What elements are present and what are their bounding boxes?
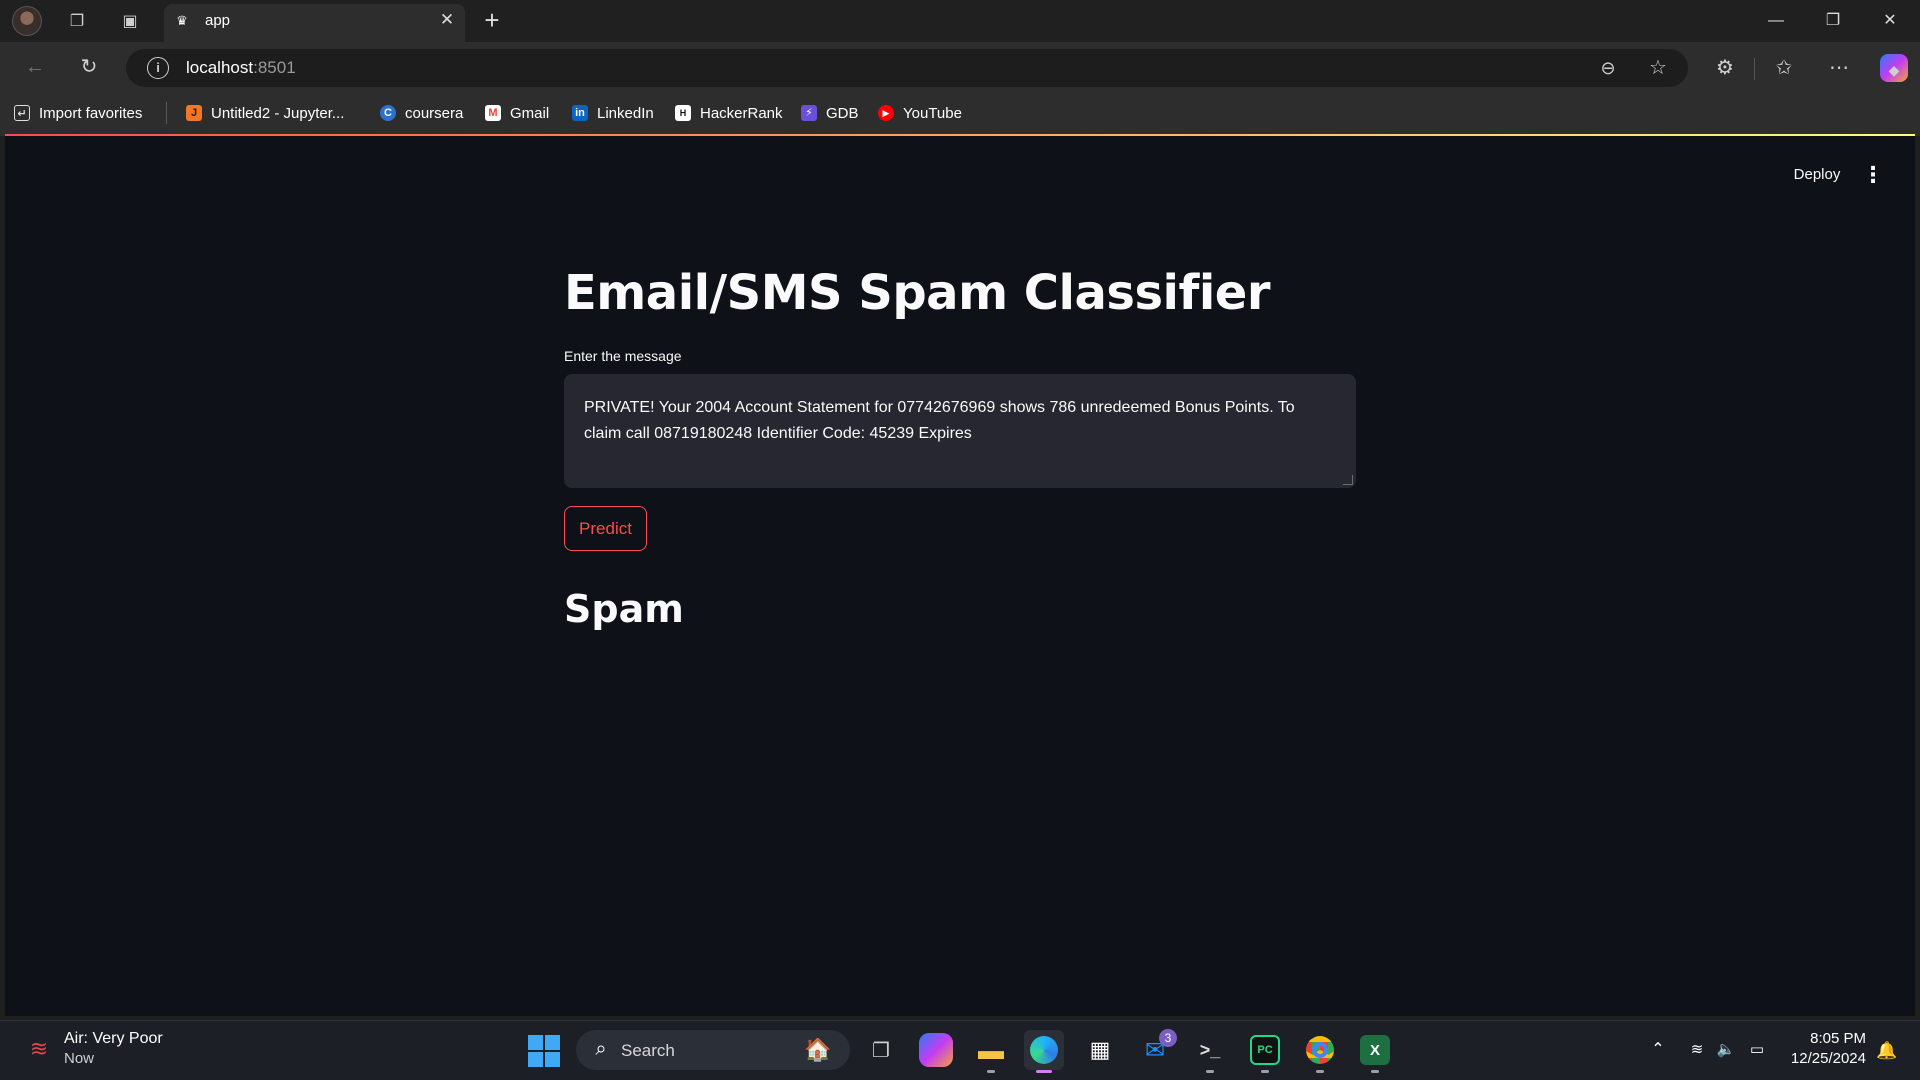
tab-title: app [205, 12, 231, 29]
main-menu-icon[interactable]: ⋮ [1862, 162, 1884, 188]
chrome-icon[interactable] [1300, 1030, 1340, 1070]
running-indicator [1206, 1070, 1214, 1073]
back-arrow-icon[interactable]: ← [19, 51, 51, 83]
bookmark-coursera[interactable]: Ccoursera [380, 102, 463, 124]
streamlit-favicon-icon: ♛ [176, 13, 188, 28]
bookmark-youtube[interactable]: ▶ YouTube [878, 102, 962, 124]
task-view-icon[interactable]: ❐ [861, 1030, 901, 1070]
bookmark-import-favorites[interactable]: ↵ Import favorites [14, 102, 142, 124]
running-indicator [1261, 1070, 1269, 1073]
import-icon: ↵ [14, 105, 30, 121]
copilot-icon[interactable]: ◆ [1880, 54, 1908, 82]
running-indicator [1316, 1070, 1324, 1073]
new-tab-plus-icon[interactable]: + [479, 6, 505, 36]
predict-button[interactable]: Predict [564, 506, 647, 551]
weather-title[interactable]: Air: Very Poor [64, 1030, 163, 1048]
start-windows-icon[interactable] [528, 1035, 560, 1067]
volume-icon[interactable]: 🔈 [1714, 1038, 1738, 1062]
url-host: localhost [186, 58, 254, 77]
header-decoration-bar [5, 134, 1915, 136]
active-indicator [1036, 1070, 1052, 1073]
prediction-result: Spam [564, 587, 684, 631]
jupyter-icon: J [186, 105, 202, 121]
bookmark-linkedin[interactable]: in LinkedIn [572, 102, 654, 124]
terminal-icon[interactable]: >_ [1190, 1030, 1230, 1070]
show-hidden-icons-chevron-icon[interactable]: ⌃ [1647, 1038, 1669, 1062]
address-bar[interactable] [126, 49, 1688, 87]
url-text[interactable]: localhost:8501 [186, 58, 296, 78]
site-info-icon[interactable]: i [147, 57, 169, 79]
running-indicator [1371, 1070, 1379, 1073]
bookmark-gmail[interactable]: M Gmail [485, 102, 549, 124]
air-quality-icon[interactable]: ≋ [24, 1032, 54, 1066]
refresh-icon[interactable]: ↻ [73, 51, 105, 83]
notifications-bell-icon[interactable]: 🔔 [1876, 1040, 1898, 1062]
file-explorer-icon[interactable]: ▬ [971, 1030, 1011, 1070]
pycharm-icon[interactable]: PC [1250, 1035, 1280, 1065]
mail-badge: 3 [1159, 1029, 1177, 1047]
more-options-icon[interactable]: ⋯ [1823, 52, 1855, 84]
bookmark-label: HackerRank [700, 104, 783, 122]
search-placeholder: Search [621, 1041, 675, 1060]
minimize-icon[interactable]: — [1761, 8, 1791, 34]
url-port: :8501 [253, 58, 296, 77]
hackerrank-icon: H [675, 105, 691, 121]
bookmark-label: coursera [405, 104, 464, 122]
close-window-icon[interactable]: ✕ [1875, 8, 1905, 34]
gmail-icon: M [485, 105, 501, 121]
bookmark-separator [166, 102, 167, 124]
message-input-label: Enter the message [564, 348, 682, 364]
bookmark-label: Import favorites [39, 104, 143, 122]
toolbar-divider [1754, 58, 1755, 80]
chrome-logo [1306, 1036, 1334, 1064]
excel-icon[interactable]: X [1360, 1035, 1390, 1065]
favorite-star-icon[interactable]: ☆ [1642, 52, 1674, 84]
bookmark-label: YouTube [903, 104, 962, 122]
clock-time[interactable]: 8:05 PM [1770, 1030, 1866, 1047]
message-textarea[interactable]: PRIVATE! Your 2004 Account Statement for… [564, 374, 1356, 488]
running-indicator [987, 1070, 995, 1073]
profile-avatar[interactable] [12, 6, 42, 36]
weather-subtitle: Now [64, 1050, 95, 1067]
bookmark-label: Untitled2 - Jupyter... [211, 104, 345, 122]
linkedin-icon: in [572, 105, 588, 121]
holiday-search-highlight-icon: 🏠 [804, 1037, 832, 1062]
clock-date[interactable]: 12/25/2024 [1770, 1050, 1866, 1067]
bookmark-gdb[interactable]: ⚡ GDB [801, 102, 859, 124]
taskbar [0, 1020, 1920, 1080]
coursera-icon: C [380, 105, 396, 121]
workspaces-icon[interactable]: ❐ [63, 8, 91, 34]
store-icon[interactable]: ▦ [1080, 1030, 1120, 1070]
textarea-resize-handle[interactable] [1343, 475, 1353, 485]
vertical-tabs-icon[interactable]: ▣ [116, 8, 144, 34]
bookmark-hackerrank[interactable]: H HackerRank [675, 102, 783, 124]
bookmark-jupyter[interactable]: J Untitled2 - Jupyter... [186, 102, 344, 124]
bookmark-label: Gmail [510, 104, 550, 122]
bookmark-label: LinkedIn [597, 104, 654, 122]
battery-icon[interactable]: ▭ [1745, 1038, 1769, 1062]
edge-browser-icon[interactable] [1024, 1030, 1064, 1070]
deploy-button[interactable]: Deploy [1782, 162, 1852, 188]
zoom-icon[interactable]: ⊖ [1592, 52, 1624, 84]
edge-logo [1030, 1036, 1058, 1064]
youtube-icon: ▶ [878, 105, 894, 121]
restore-icon[interactable]: ❐ [1818, 8, 1848, 34]
bookmark-label: GDB [826, 104, 859, 122]
copilot-taskbar-icon[interactable] [919, 1033, 953, 1067]
gdb-icon: ⚡ [801, 105, 817, 121]
extensions-icon[interactable]: ⚙ [1709, 52, 1741, 84]
page-title: Email/SMS Spam Classifier [564, 265, 1271, 321]
wifi-icon[interactable]: ≋ [1685, 1038, 1709, 1062]
search-icon: ⌕ [595, 1038, 607, 1060]
tab-close-icon[interactable]: ✕ [436, 9, 458, 31]
favorites-icon[interactable]: ✩ [1768, 52, 1800, 84]
